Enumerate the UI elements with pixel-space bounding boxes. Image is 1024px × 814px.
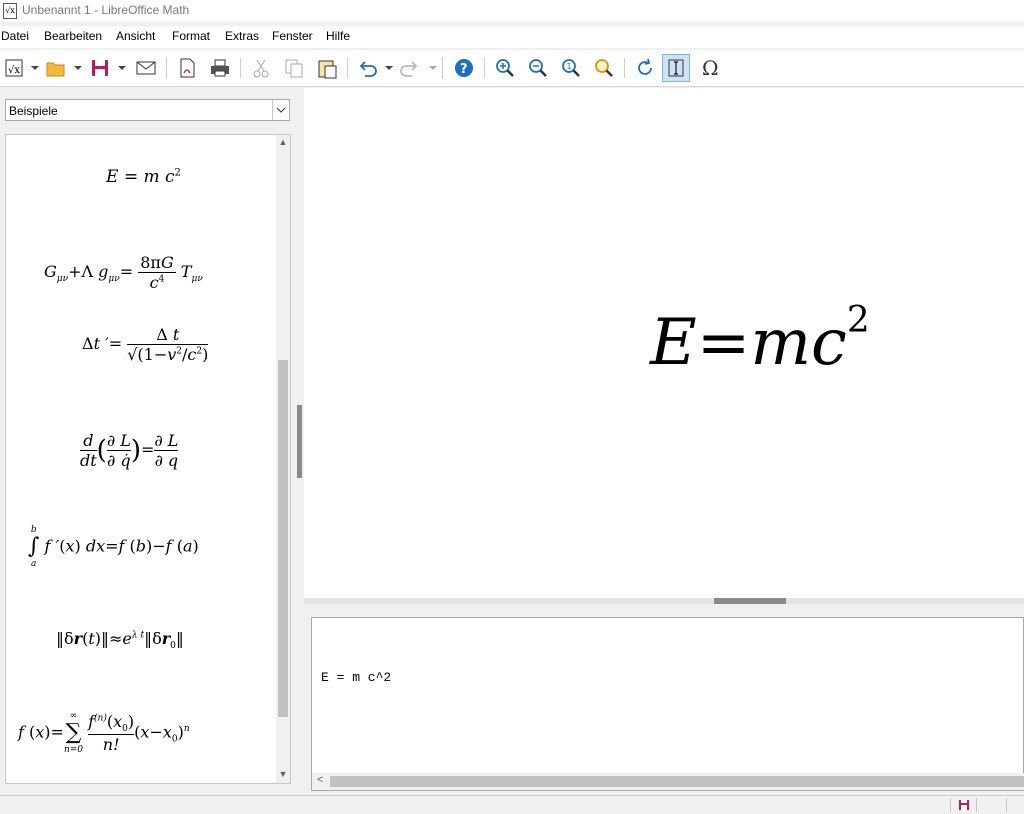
- svg-text:√x: √x: [8, 65, 20, 76]
- document-modified-icon: [959, 800, 969, 810]
- examples-scrollbar[interactable]: ▲ ▼: [276, 135, 290, 783]
- example-euler-lagrange[interactable]: d dt(∂ L ∂ q̇)= ∂ L ∂ q: [80, 431, 179, 470]
- formula-base: E=mc: [650, 306, 847, 380]
- splitter-grip[interactable]: [714, 598, 786, 604]
- command-editor[interactable]: E = m c^2 <: [311, 617, 1024, 791]
- standard-toolbar: √x ? 1 Ω: [0, 50, 1024, 87]
- formula-exponent: 2: [846, 300, 870, 341]
- elements-category-select[interactable]: Beispiele: [5, 99, 290, 121]
- menu-ansicht[interactable]: Ansicht: [116, 29, 155, 43]
- cut-icon[interactable]: [247, 54, 275, 82]
- scrollbar-thumb[interactable]: [278, 360, 288, 717]
- help-icon[interactable]: ?: [450, 54, 478, 82]
- menu-extras[interactable]: Extras: [225, 29, 259, 43]
- libreoffice-math-icon: √x: [3, 3, 17, 19]
- sidebar-splitter-handle[interactable]: [297, 405, 302, 478]
- svg-text:?: ?: [460, 62, 468, 77]
- zoom-100-icon[interactable]: 1: [557, 54, 585, 82]
- menu-bearbeiten[interactable]: Bearbeiten: [44, 29, 102, 43]
- status-bar: [0, 795, 1024, 814]
- examples-list: E = m c2 Gμν+Λ gμν= 8πG c4 Tμν Δt ′= Δ t…: [5, 134, 291, 784]
- scroll-up-icon[interactable]: ▲: [278, 137, 288, 149]
- formula-preview[interactable]: E=mc2: [304, 88, 1024, 598]
- title-bar: √x Unbenannt 1 - LibreOffice Math: [0, 0, 1024, 22]
- toolbar-separator: [347, 58, 348, 78]
- scroll-down-icon[interactable]: ▼: [278, 769, 288, 781]
- example-lyapunov[interactable]: ‖δr(t)‖≈eλ t‖δr0‖: [56, 629, 184, 651]
- chevron-down-icon[interactable]: [272, 100, 289, 120]
- update-icon[interactable]: [631, 54, 659, 82]
- toolbar-separator: [240, 58, 241, 78]
- hscroll-thumb[interactable]: [330, 776, 1024, 787]
- elements-category-value: Beispiele: [9, 104, 58, 118]
- export-pdf-icon[interactable]: [173, 54, 201, 82]
- example-einstein-field-equation[interactable]: Gμν+Λ gμν= 8πG c4 Tμν: [44, 253, 203, 292]
- rendered-formula: E=mc2: [650, 300, 870, 380]
- print-icon[interactable]: [206, 54, 234, 82]
- zoom-out-icon[interactable]: [524, 54, 552, 82]
- redo-icon[interactable]: [396, 54, 424, 82]
- menu-hilfe[interactable]: Hilfe: [326, 29, 350, 43]
- menu-datei[interactable]: Datei: [1, 29, 29, 43]
- svg-text:1: 1: [567, 62, 572, 71]
- toolbar-separator: [442, 58, 443, 78]
- toolbar-separator: [484, 58, 485, 78]
- svg-text:Ω: Ω: [702, 57, 719, 79]
- toolbar-separator: [166, 58, 167, 78]
- undo-dropdown-icon[interactable]: [385, 66, 393, 70]
- example-emc2[interactable]: E = m c2: [106, 167, 181, 187]
- paste-icon[interactable]: [313, 54, 341, 82]
- save-dropdown-icon[interactable]: [118, 66, 126, 70]
- symbols-icon[interactable]: Ω: [697, 54, 725, 82]
- zoom-in-icon[interactable]: [491, 54, 519, 82]
- open-icon[interactable]: [42, 54, 70, 82]
- command-text[interactable]: E = m c^2: [321, 670, 391, 685]
- example-taylor-series[interactable]: f (x)= ∞ ∑ n=0 f(n)(x0) n! (x−x0)n: [18, 711, 190, 755]
- editor-hscrollbar[interactable]: <: [312, 773, 1024, 790]
- status-separator: [1006, 798, 1007, 812]
- new-dropdown-icon[interactable]: [31, 66, 39, 70]
- status-separator: [950, 798, 951, 812]
- copy-icon[interactable]: [280, 54, 308, 82]
- menu-fenster[interactable]: Fenster: [272, 29, 313, 43]
- redo-dropdown-icon[interactable]: [429, 66, 437, 70]
- menu-format[interactable]: Format: [172, 29, 210, 43]
- new-formula-icon[interactable]: √x: [0, 54, 28, 82]
- example-fundamental-theorem[interactable]: b ∫ a f ′(x) dx=f (b)−f (a): [28, 525, 199, 569]
- save-icon[interactable]: [86, 54, 114, 82]
- menu-bar: Datei Bearbeiten Ansicht Format Extras F…: [0, 26, 1024, 48]
- window-title: Unbenannt 1 - LibreOffice Math: [22, 3, 190, 17]
- formula-cursor-icon[interactable]: [662, 54, 690, 82]
- undo-icon[interactable]: [353, 54, 381, 82]
- editor-splitter[interactable]: [304, 598, 1024, 604]
- toolbar-separator: [624, 58, 625, 78]
- example-time-dilation[interactable]: Δt ′= Δ t √(1−v2/c2): [82, 325, 209, 364]
- email-icon[interactable]: [132, 54, 160, 82]
- open-dropdown-icon[interactable]: [74, 66, 82, 70]
- scroll-left-icon[interactable]: <: [317, 774, 323, 786]
- show-all-icon[interactable]: [590, 54, 618, 82]
- status-separator: [976, 798, 977, 812]
